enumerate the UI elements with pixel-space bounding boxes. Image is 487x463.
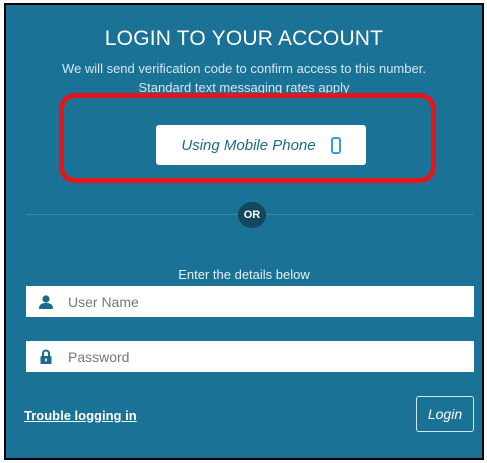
username-input[interactable] — [66, 285, 474, 318]
mobile-button-label: Using Mobile Phone — [181, 136, 316, 154]
using-mobile-phone-button[interactable]: Using Mobile Phone — [156, 125, 366, 165]
or-badge: OR — [238, 202, 266, 228]
mobile-phone-icon — [330, 136, 341, 154]
password-field-container — [26, 340, 474, 373]
login-panel: LOGIN TO YOUR ACCOUNT We will send verif… — [4, 3, 484, 460]
details-label: Enter the details below — [178, 267, 310, 282]
lock-icon — [26, 349, 66, 364]
username-field-container — [26, 285, 474, 318]
login-button[interactable]: Login — [416, 396, 474, 432]
subtitle-line-1: We will send verification code to confir… — [62, 61, 426, 76]
trouble-logging-in-link[interactable]: Trouble logging in — [24, 408, 137, 423]
user-icon — [26, 294, 66, 309]
page-title: LOGIN TO YOUR ACCOUNT — [104, 27, 384, 50]
password-input[interactable] — [66, 340, 474, 373]
